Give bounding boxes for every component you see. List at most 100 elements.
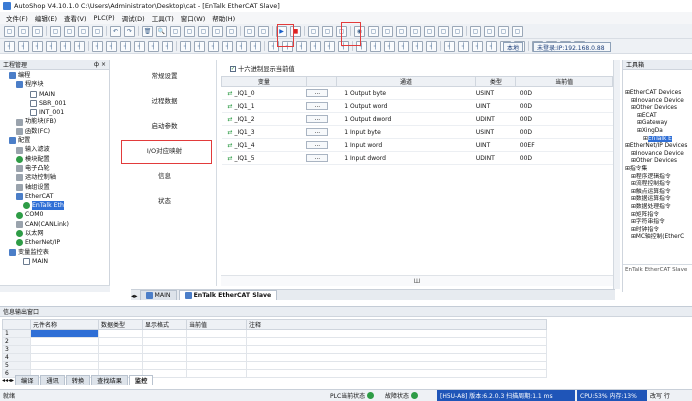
toolbar-1-icon-21[interactable]: ▢ <box>258 25 269 37</box>
toolbar-1-icon-40[interactable]: ▢ <box>484 25 495 37</box>
config-nav-item[interactable]: 常规设置 <box>113 62 216 87</box>
toolbar-2-icon-31[interactable]: ┤ <box>398 40 409 52</box>
project-tree-item[interactable]: 配置 <box>2 136 107 145</box>
browse-button[interactable]: ... <box>306 115 329 123</box>
project-tree-item[interactable]: EtherCAT <box>2 192 107 201</box>
io-row[interactable]: ⇄ _IQ1_4... 1 Input word UINT 00EF <box>221 138 613 152</box>
output-col-header[interactable]: 元件名称 <box>30 319 99 330</box>
toolbar-1-icon-18[interactable]: ▢ <box>226 25 237 37</box>
toolbar-2-icon-10[interactable]: ┤ <box>134 40 145 52</box>
toolbar-2-icon-12[interactable]: ┤ <box>162 40 173 52</box>
output-cell[interactable] <box>186 361 247 370</box>
toolbar-1-icon-17[interactable]: ▢ <box>212 25 223 37</box>
toolbox-item[interactable]: ⊞EtherNet/IP Devices <box>625 143 690 151</box>
project-tree-item[interactable]: 变量监控表 <box>2 248 107 257</box>
output-cell[interactable] <box>246 329 547 338</box>
project-tree-item[interactable]: 电子凸轮 <box>2 164 107 173</box>
io-col-header[interactable]: 类型 <box>475 76 517 87</box>
output-row[interactable]: 1 <box>2 329 547 338</box>
output-cell[interactable] <box>98 337 143 346</box>
io-col-header[interactable]: 当前值 <box>515 76 613 87</box>
project-tree-item[interactable]: EtherNet/IP <box>2 238 107 247</box>
io-col-header[interactable]: 变量 <box>221 76 307 87</box>
menu-item-0[interactable]: 文件(F) <box>6 13 28 23</box>
toolbar-1-icon-41[interactable]: ▢ <box>498 25 509 37</box>
output-cell[interactable] <box>98 345 143 354</box>
output-cell[interactable] <box>246 337 547 346</box>
menu-item-7[interactable]: 帮助(H) <box>212 13 235 23</box>
output-tab[interactable]: 通讯 <box>40 375 65 385</box>
output-cell[interactable] <box>142 361 187 370</box>
toolbar-1-icon-13[interactable]: 🔍 <box>156 25 167 37</box>
toolbar-2-icon-38[interactable]: ┤ <box>486 40 497 52</box>
output-row[interactable]: 2 <box>2 337 547 346</box>
toolbar-1-icon-9[interactable]: ↶ <box>110 25 121 37</box>
output-row[interactable]: 3 <box>2 345 547 354</box>
browse-button[interactable]: ... <box>306 102 329 110</box>
output-row[interactable]: 4 <box>2 353 547 362</box>
toolbar-1-icon-20[interactable]: ▢ <box>244 25 255 37</box>
menu-item-3[interactable]: PLC(P) <box>94 14 115 22</box>
toolbar-2-icon-11[interactable]: ┤ <box>148 40 159 52</box>
project-tree-item[interactable]: 运动控制轴 <box>2 173 107 182</box>
toolbox-item[interactable]: ⊞流程控制指令 <box>625 181 690 189</box>
output-col-header[interactable]: 显示格式 <box>142 319 187 330</box>
toolbar-2-icon-16[interactable]: ┤ <box>208 40 219 52</box>
toolbar-1-icon-42[interactable]: ▢ <box>512 25 523 37</box>
editor-tab[interactable]: EnTalk EtherCAT Slave <box>178 290 278 300</box>
toolbox-item[interactable]: ⊞数据运算指令 <box>625 196 690 204</box>
output-cell[interactable] <box>142 345 187 354</box>
toolbar-2-icon-3[interactable]: ┤ <box>46 40 57 52</box>
project-tree-item[interactable]: MAIN <box>2 257 107 266</box>
output-cell[interactable] <box>30 337 99 346</box>
output-cell[interactable] <box>30 361 99 370</box>
toolbar-1-icon-35[interactable]: ▢ <box>424 25 435 37</box>
toolbar-2-icon-33[interactable]: ┤ <box>426 40 437 52</box>
toolbar-1-icon-33[interactable]: ▢ <box>396 25 407 37</box>
hex-display-checkbox-row[interactable]: ✓ 十六进制显示当前值 <box>230 64 295 73</box>
tab-scroll-arrows[interactable]: ◂▸ <box>131 292 138 300</box>
toolbar-1-icon-32[interactable]: ▢ <box>382 25 393 37</box>
toolbar-1-icon-12[interactable]: 🗑 <box>142 25 153 37</box>
toolbar-1-icon-7[interactable]: ▢ <box>92 25 103 37</box>
toolbox-item[interactable]: ⊞EnTalk E <box>625 135 690 144</box>
output-cell[interactable] <box>30 329 99 338</box>
hex-display-checkbox[interactable]: ✓ <box>230 65 236 72</box>
toolbox-item[interactable]: ⊞ECAT <box>625 113 690 121</box>
project-tree-item[interactable]: EnTalk Eth <box>2 201 107 211</box>
toolbar-2-icon-30[interactable]: ┤ <box>384 40 395 52</box>
toolbar-1-icon-36[interactable]: ▢ <box>438 25 449 37</box>
project-tree-item[interactable]: 程序块 <box>2 80 107 89</box>
output-tab-arrows[interactable]: ◂◂◂▸ <box>2 377 14 384</box>
toolbar-2-icon-35[interactable]: ┤ <box>444 40 455 52</box>
toolbar-1-icon-10[interactable]: ↷ <box>124 25 135 37</box>
toolbar-1-icon-2[interactable]: ▢ <box>32 25 43 37</box>
menu-item-6[interactable]: 窗口(W) <box>181 13 206 23</box>
output-cell[interactable] <box>98 353 143 362</box>
output-cell[interactable] <box>142 337 187 346</box>
toolbar-2-icon-32[interactable]: ┤ <box>412 40 423 52</box>
login-status-button[interactable]: 未登录:IP:192.168.0.88 <box>533 42 611 52</box>
toolbox-item[interactable]: ⊞MC轴控制(EtherC <box>625 234 690 242</box>
output-col-header[interactable]: 注释 <box>246 319 547 330</box>
toolbar-2-icon-24[interactable]: ┤ <box>310 40 321 52</box>
output-cell[interactable] <box>30 353 99 362</box>
output-cell[interactable] <box>186 353 247 362</box>
output-cell[interactable] <box>186 369 247 378</box>
project-tree-item[interactable]: 功能块(FB) <box>2 117 107 126</box>
output-cell[interactable] <box>246 353 547 362</box>
output-cell[interactable] <box>30 345 99 354</box>
toolbox-item[interactable]: ⊞字符串指令 <box>625 219 690 227</box>
editor-vscroll[interactable] <box>613 60 620 289</box>
toolbar-1-icon-37[interactable]: ▢ <box>452 25 463 37</box>
toolbox-item[interactable]: ⊞Gateway <box>625 120 690 128</box>
config-nav-item[interactable]: 过程数据 <box>113 87 216 112</box>
project-tree-item[interactable]: 输入滤波 <box>2 145 107 154</box>
toolbar-1-icon-5[interactable]: ▢ <box>64 25 75 37</box>
project-tree-item[interactable]: 模块配置 <box>2 155 107 164</box>
toolbar-2-icon-15[interactable]: ┤ <box>194 40 205 52</box>
toolbar-2-icon-9[interactable]: ┤ <box>120 40 131 52</box>
output-tab[interactable]: 监控 <box>128 375 154 385</box>
output-cell[interactable] <box>186 345 247 354</box>
config-nav-item[interactable]: 状态 <box>113 187 216 212</box>
